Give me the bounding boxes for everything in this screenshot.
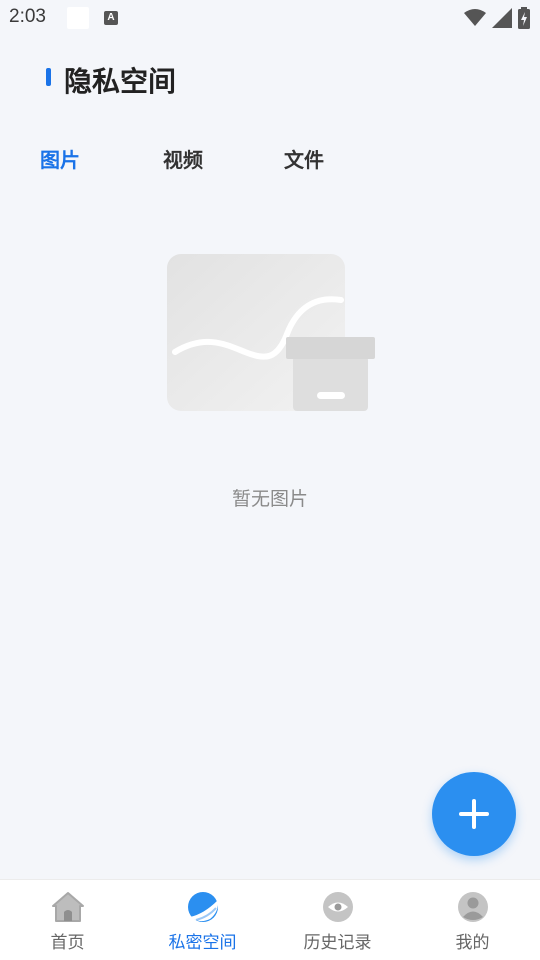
nav-item-history[interactable]: 历史记录 <box>270 880 405 960</box>
tab-videos[interactable]: 视频 <box>163 144 203 173</box>
title-accent-bar <box>46 68 51 86</box>
signal-icon <box>492 8 512 28</box>
tab-files[interactable]: 文件 <box>284 144 324 173</box>
wifi-icon <box>464 9 486 26</box>
bottom-nav: 首页 私密空间 历史记录 我的 <box>0 879 540 960</box>
home-icon <box>51 890 85 924</box>
empty-state-message: 暂无图片 <box>231 488 308 510</box>
status-icons <box>464 6 530 30</box>
add-button[interactable] <box>432 772 516 856</box>
battery-charging-icon <box>518 7 530 29</box>
page-title: 隐私空间 <box>64 65 177 98</box>
eye-icon <box>321 890 355 924</box>
notification-icon <box>67 7 89 29</box>
user-icon <box>456 890 490 924</box>
tab-images[interactable]: 图片 <box>40 144 80 173</box>
screen: 2:03 A 隐私空间 图片 视频 文件 暂无图片 首页 私密空间 历史记录 我… <box>0 0 540 960</box>
status-time: 2:03 <box>9 6 46 27</box>
plus-icon <box>459 799 489 829</box>
nav-item-mine[interactable]: 我的 <box>405 880 540 960</box>
nav-item-home[interactable]: 首页 <box>0 880 135 960</box>
nav-label-history: 历史记录 <box>303 933 372 953</box>
status-bar: 2:03 A <box>0 0 540 36</box>
nav-item-private-space[interactable]: 私密空间 <box>135 880 270 960</box>
private-space-icon <box>186 890 220 924</box>
nav-label-private-space: 私密空间 <box>168 933 237 953</box>
nav-label-home: 首页 <box>50 933 85 953</box>
empty-box-illustration <box>167 254 375 411</box>
nav-label-mine: 我的 <box>455 933 490 953</box>
notification-badge-icon: A <box>104 11 118 25</box>
